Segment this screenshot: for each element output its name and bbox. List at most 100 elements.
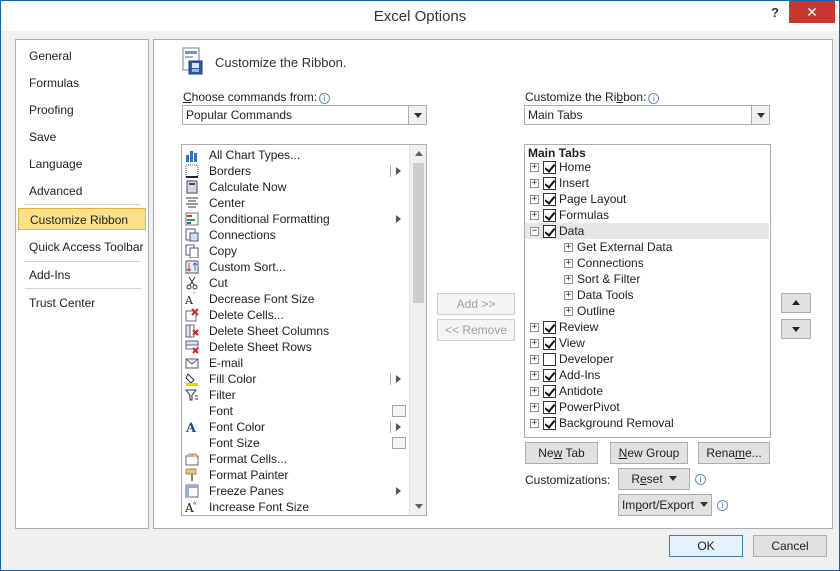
- command-item[interactable]: Format Cells...: [182, 451, 408, 467]
- info-icon[interactable]: i: [717, 500, 728, 511]
- tab-checkbox[interactable]: [543, 385, 556, 398]
- nav-item-quick-access-toolbar[interactable]: Quick Access Toolbar: [18, 236, 146, 258]
- commands-list[interactable]: All Chart Types... Borders Calculate Now Ce…: [181, 144, 427, 516]
- expand-icon[interactable]: +: [530, 355, 539, 364]
- command-item[interactable]: All Chart Types...: [182, 147, 408, 163]
- ribbon-group-item[interactable]: + Data Tools: [525, 287, 769, 303]
- ribbon-tab-item[interactable]: + Antidote: [525, 383, 769, 399]
- chevron-down-icon[interactable]: [408, 106, 426, 124]
- choose-commands-select[interactable]: Popular Commands: [182, 105, 427, 125]
- move-up-button[interactable]: [781, 293, 811, 313]
- command-item[interactable]: A ^ Increase Font Size: [182, 499, 408, 515]
- reset-button[interactable]: Reset: [618, 468, 690, 490]
- tab-checkbox[interactable]: [543, 177, 556, 190]
- add-button[interactable]: Add >>: [437, 293, 515, 315]
- collapse-icon[interactable]: −: [530, 227, 539, 236]
- tab-checkbox[interactable]: [543, 161, 556, 174]
- remove-button[interactable]: << Remove: [437, 319, 515, 341]
- nav-item-trust-center[interactable]: Trust Center: [18, 292, 146, 314]
- expand-icon[interactable]: +: [564, 307, 573, 316]
- ribbon-tab-item[interactable]: + View: [525, 335, 769, 351]
- command-item[interactable]: Cut: [182, 275, 408, 291]
- command-item[interactable]: Filter: [182, 387, 408, 403]
- info-icon[interactable]: i: [648, 93, 660, 104]
- nav-item-advanced[interactable]: Advanced: [18, 180, 146, 202]
- nav-item-formulas[interactable]: Formulas: [18, 72, 146, 94]
- chevron-down-icon[interactable]: [751, 106, 769, 124]
- ribbon-tab-item[interactable]: + Page Layout: [525, 191, 769, 207]
- nav-item-customize-ribbon[interactable]: Customize Ribbon: [18, 208, 146, 230]
- cancel-button[interactable]: Cancel: [753, 535, 827, 557]
- command-item[interactable]: A ˇ Decrease Font Size: [182, 291, 408, 307]
- tab-checkbox[interactable]: [543, 193, 556, 206]
- tab-checkbox[interactable]: [543, 353, 556, 366]
- ribbon-group-item[interactable]: + Get External Data: [525, 239, 769, 255]
- command-item[interactable]: E-mail: [182, 355, 408, 371]
- scroll-thumb[interactable]: [413, 163, 424, 303]
- expand-icon[interactable]: +: [530, 403, 539, 412]
- tab-checkbox[interactable]: [543, 369, 556, 382]
- ribbon-tab-item[interactable]: + Insert: [525, 175, 769, 191]
- ribbon-tab-item[interactable]: − Data: [525, 223, 769, 239]
- expand-icon[interactable]: +: [564, 275, 573, 284]
- expand-icon[interactable]: +: [564, 291, 573, 300]
- command-item[interactable]: Copy: [182, 243, 408, 259]
- command-item[interactable]: Format Painter: [182, 467, 408, 483]
- command-item[interactable]: Center: [182, 195, 408, 211]
- command-item[interactable]: Font: [182, 403, 408, 419]
- expand-icon[interactable]: +: [530, 211, 539, 220]
- expand-icon[interactable]: +: [530, 163, 539, 172]
- expand-icon[interactable]: +: [530, 195, 539, 204]
- tab-checkbox[interactable]: [543, 417, 556, 430]
- close-button[interactable]: ✕: [789, 1, 835, 23]
- expand-icon[interactable]: +: [530, 323, 539, 332]
- tab-checkbox[interactable]: [543, 321, 556, 334]
- tab-checkbox[interactable]: [543, 225, 556, 238]
- new-group-button[interactable]: New Group: [610, 442, 688, 464]
- command-item[interactable]: Custom Sort...: [182, 259, 408, 275]
- nav-item-proofing[interactable]: Proofing: [18, 99, 146, 121]
- command-item[interactable]: Borders: [182, 163, 408, 179]
- ribbon-group-item[interactable]: + Connections: [525, 255, 769, 271]
- expand-icon[interactable]: +: [530, 387, 539, 396]
- command-item[interactable]: Font Size: [182, 435, 408, 451]
- customize-ribbon-select[interactable]: Main Tabs: [524, 105, 770, 125]
- command-item[interactable]: Freeze Panes: [182, 483, 408, 499]
- expand-icon[interactable]: +: [530, 339, 539, 348]
- expand-icon[interactable]: +: [530, 419, 539, 428]
- ribbon-tab-item[interactable]: + Home: [525, 159, 769, 175]
- info-icon[interactable]: i: [695, 474, 706, 485]
- nav-item-language[interactable]: Language: [18, 153, 146, 175]
- rename-button[interactable]: Rename...: [698, 442, 770, 464]
- expand-icon[interactable]: +: [564, 243, 573, 252]
- ribbon-tab-item[interactable]: + Add-Ins: [525, 367, 769, 383]
- nav-item-save[interactable]: Save: [18, 126, 146, 148]
- ok-button[interactable]: OK: [669, 535, 743, 557]
- move-down-button[interactable]: [781, 319, 811, 339]
- command-item[interactable]: Delete Cells...: [182, 307, 408, 323]
- tab-checkbox[interactable]: [543, 337, 556, 350]
- info-icon[interactable]: i: [319, 93, 331, 104]
- tab-checkbox[interactable]: [543, 209, 556, 222]
- expand-icon[interactable]: +: [530, 371, 539, 380]
- command-item[interactable]: Delete Sheet Rows: [182, 339, 408, 355]
- expand-icon[interactable]: +: [530, 179, 539, 188]
- command-item[interactable]: A Font Color: [182, 419, 408, 435]
- import-export-button[interactable]: Import/Export: [618, 494, 712, 516]
- nav-item-add-ins[interactable]: Add-Ins: [18, 264, 146, 286]
- command-item[interactable]: Fill Color: [182, 371, 408, 387]
- ribbon-tab-item[interactable]: + Formulas: [525, 207, 769, 223]
- tab-checkbox[interactable]: [543, 401, 556, 414]
- command-item[interactable]: Calculate Now: [182, 179, 408, 195]
- command-item[interactable]: Connections: [182, 227, 408, 243]
- ribbon-tab-item[interactable]: + Review: [525, 319, 769, 335]
- ribbon-group-item[interactable]: + Sort & Filter: [525, 271, 769, 287]
- ribbon-tree[interactable]: Main Tabs + Home + Insert + Page Layout + Formu…: [524, 144, 771, 438]
- command-item[interactable]: Delete Sheet Columns: [182, 323, 408, 339]
- nav-item-general[interactable]: General: [18, 45, 146, 67]
- ribbon-tab-item[interactable]: + Background Removal: [525, 415, 769, 431]
- help-button[interactable]: ?: [767, 5, 783, 21]
- expand-icon[interactable]: +: [564, 259, 573, 268]
- new-tab-button[interactable]: New Tab: [525, 442, 598, 464]
- scroll-up-icon[interactable]: [410, 145, 426, 162]
